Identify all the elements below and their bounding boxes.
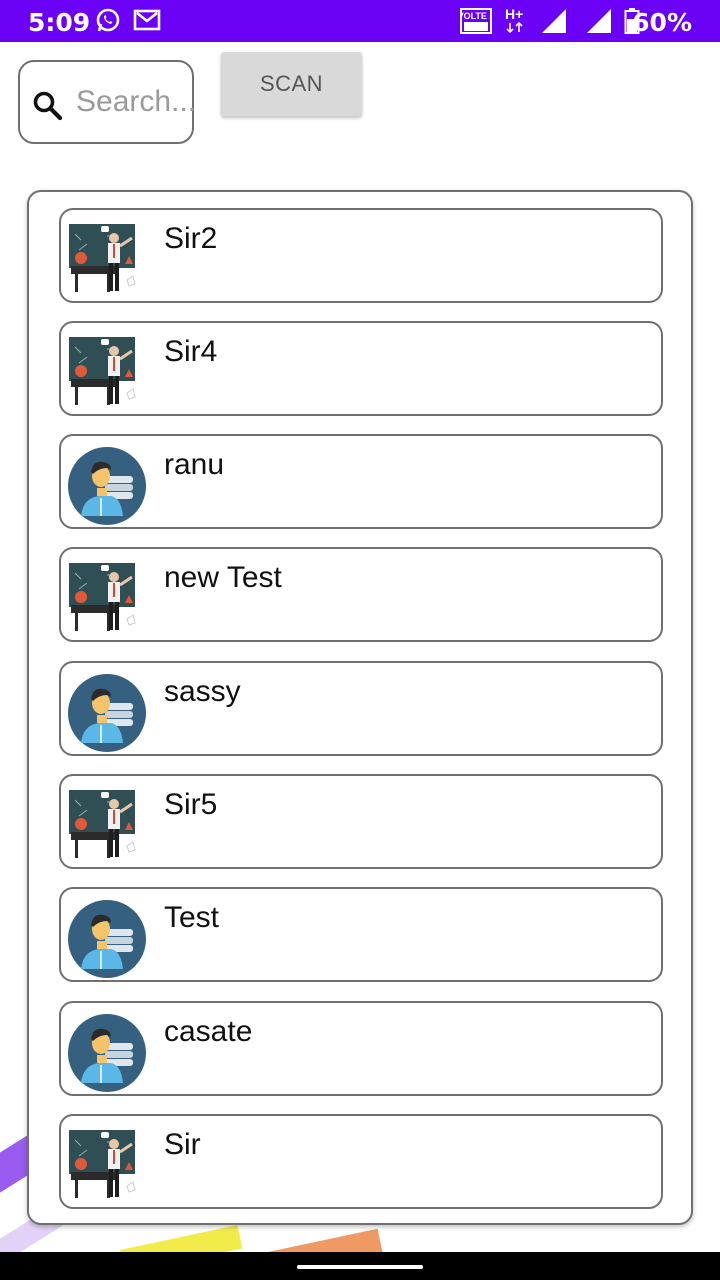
navigation-bar [0, 1252, 720, 1280]
teacher-icon [69, 1130, 136, 1198]
signal-icon [540, 7, 568, 40]
list-item[interactable]: Test [59, 887, 663, 982]
hplus-icon: H+ [503, 5, 527, 40]
battery-percent: 60% [632, 8, 692, 37]
contact-name: sassy [164, 675, 241, 708]
contact-name: new Test [164, 561, 282, 594]
status-bar: 5:09 VOLTE 2 H+ 60% [0, 0, 720, 42]
list-item[interactable]: new Test [59, 547, 663, 642]
contact-name: Sir5 [164, 788, 218, 821]
search-box[interactable] [18, 60, 194, 144]
contact-name: ranu [164, 448, 225, 481]
contact-name: Sir4 [164, 335, 218, 368]
search-icon [32, 90, 64, 127]
list-item[interactable]: casate [59, 1001, 663, 1096]
home-gesture-handle[interactable] [297, 1265, 423, 1269]
signal-icon [585, 7, 613, 40]
student-icon [68, 674, 146, 752]
gmail-icon [133, 7, 161, 38]
student-icon [68, 900, 146, 978]
student-icon [68, 447, 146, 525]
list-item[interactable]: ranu [59, 434, 663, 529]
teacher-icon [69, 224, 136, 292]
status-time: 5:09 [28, 8, 91, 37]
list-item[interactable]: Sir2 [59, 208, 663, 303]
student-icon [68, 1014, 146, 1092]
teacher-icon [69, 790, 136, 858]
teacher-icon [69, 337, 136, 405]
contact-list[interactable]: Sir2 Sir4 ranu new Test sassy Sir5 Test … [27, 190, 693, 1225]
contact-name: casate [164, 1015, 253, 1048]
list-item[interactable]: Sir4 [59, 321, 663, 416]
list-item[interactable]: sassy [59, 661, 663, 756]
search-input[interactable] [76, 80, 194, 124]
contact-name: Sir [164, 1128, 201, 1161]
svg-text:VOLTE 2: VOLTE 2 [460, 11, 492, 21]
scan-button[interactable]: SCAN [221, 52, 362, 116]
contact-name: Sir2 [164, 222, 218, 255]
teacher-icon [69, 563, 136, 631]
svg-text:H+: H+ [505, 6, 523, 22]
list-item[interactable]: Sir [59, 1114, 663, 1209]
whatsapp-icon [95, 7, 121, 38]
list-item[interactable]: Sir5 [59, 774, 663, 869]
volte-icon: VOLTE 2 [458, 8, 494, 39]
contact-name: Test [164, 901, 220, 934]
